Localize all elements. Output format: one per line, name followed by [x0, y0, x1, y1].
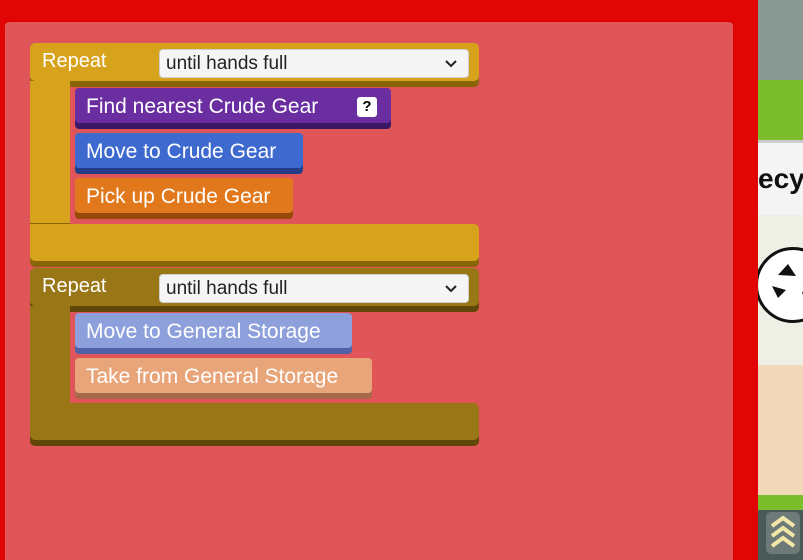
take-from-storage-block[interactable]: Take from General Storage	[75, 358, 372, 396]
repeat-condition-dropdown[interactable]: until hands full	[159, 274, 469, 303]
title-fragment	[334, 0, 344, 6]
find-nearest-block[interactable]: Find nearest Crude Gear ?	[75, 88, 391, 126]
block-label: Move to General Storage	[86, 320, 321, 343]
info-panel: ecy	[758, 140, 803, 218]
game-scene	[758, 0, 803, 80]
grass-area	[758, 80, 803, 140]
chevron-up-icon	[770, 515, 796, 548]
stairs-button[interactable]	[766, 512, 800, 554]
help-icon[interactable]: ?	[357, 97, 377, 117]
move-to-storage-block[interactable]: Move to General Storage	[75, 313, 352, 351]
window-frame-top	[0, 0, 755, 20]
chevron-down-icon	[445, 285, 457, 293]
repeat-label: Repeat	[42, 50, 107, 72]
block-label: Pick up Crude Gear	[86, 185, 271, 208]
recycle-icon	[758, 247, 803, 323]
pick-up-block[interactable]: Pick up Crude Gear	[75, 178, 293, 216]
panel-section	[758, 365, 803, 495]
repeat-block-spine	[30, 306, 70, 406]
block-label: Move to Crude Gear	[86, 140, 277, 163]
dropdown-value: until hands full	[166, 277, 288, 299]
grass-strip	[758, 495, 803, 510]
block-workspace[interactable]: Repeat until hands full Find nearest Cru…	[5, 22, 733, 560]
window-frame-right	[733, 0, 758, 560]
repeat-label: Repeat	[42, 275, 107, 297]
repeat-block-footer	[30, 224, 479, 264]
dropdown-value: until hands full	[166, 52, 288, 74]
block-label: Find nearest Crude Gear	[86, 95, 319, 118]
repeat-block-header: Repeat until hands full	[30, 43, 479, 84]
repeat-block-header: Repeat until hands full	[30, 268, 479, 309]
repeat-block-2[interactable]: Repeat until hands full Move to General …	[30, 268, 479, 443]
panel-title: ecy	[758, 163, 803, 194]
repeat-block-spine	[30, 81, 70, 226]
chevron-down-icon	[445, 60, 457, 68]
game-view[interactable]: ecy	[758, 0, 803, 560]
move-to-block[interactable]: Move to Crude Gear	[75, 133, 303, 171]
repeat-condition-dropdown[interactable]: until hands full	[159, 49, 469, 78]
block-label: Take from General Storage	[86, 365, 339, 388]
repeat-block-1[interactable]: Repeat until hands full Find nearest Cru…	[30, 43, 479, 264]
repeat-block-footer	[30, 403, 479, 443]
